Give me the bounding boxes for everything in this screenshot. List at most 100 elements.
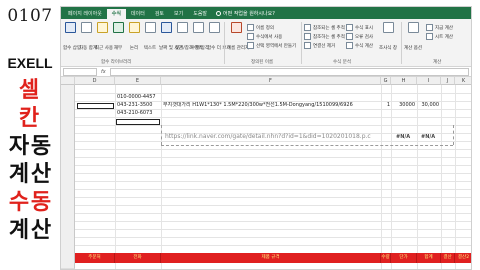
- trace-dependents-button[interactable]: 참조하는 셀 추적: [304, 33, 345, 40]
- tab-formulas[interactable]: 수식: [106, 9, 126, 19]
- fx-icon[interactable]: fx: [101, 69, 106, 75]
- function-insert-icon: [64, 22, 76, 33]
- row-header-column[interactable]: [61, 85, 75, 269]
- tell-me-search[interactable]: 어떤 작업을 원하시나요?: [216, 9, 275, 19]
- column-header-e[interactable]: E: [115, 77, 161, 85]
- product-link-cell[interactable]: https://link.naver.com/gate/detail.nhn?d…: [165, 133, 371, 141]
- header-cell-spec[interactable]: 제품 규격: [161, 253, 381, 263]
- dashed-border: [161, 145, 453, 146]
- name-manager-button[interactable]: 이름 관리자: [227, 22, 249, 53]
- column-header-h[interactable]: H: [391, 77, 417, 85]
- lesson-char-1: 셀: [18, 78, 40, 103]
- recent-button[interactable]: 최근 사용: [95, 22, 113, 53]
- dashed-border: [453, 125, 454, 145]
- insert-function-button[interactable]: 함수 삽입: [63, 22, 81, 53]
- column-header-g[interactable]: G: [381, 77, 391, 85]
- lookup-icon: [176, 22, 188, 33]
- cell-e1[interactable]: 010-0000-4457: [117, 94, 161, 101]
- cell-f2[interactable]: 무지갯대가리 H1W1*130* 1.5M*220/300w*전선1.5M-Do…: [163, 102, 379, 109]
- cell-e3[interactable]: 043-210-6073: [117, 110, 161, 117]
- select-all-corner[interactable]: [61, 77, 75, 85]
- lesson-title-panel: 0107 EXELL 셀 칸 자 동 계 산 수 동 계 산: [0, 0, 58, 270]
- group-label-function-library: 함수 라이브러리: [101, 60, 132, 65]
- cell-error-i[interactable]: #N/A: [421, 133, 435, 141]
- gridline: [75, 197, 471, 198]
- show-formulas-button[interactable]: 수식 표시: [346, 24, 373, 31]
- column-header-f[interactable]: F: [161, 77, 381, 85]
- gridline: [75, 213, 471, 214]
- gridline: [75, 141, 471, 142]
- worksheet-grid: D E F G H I J K 010-0000-4457 043-231-35…: [61, 77, 471, 269]
- evaluate-formula-button[interactable]: 수식 계산: [346, 42, 373, 49]
- lightbulb-icon: [216, 11, 222, 16]
- header-cell-total[interactable]: 합계: [417, 253, 441, 263]
- tab-data[interactable]: 데이터: [126, 9, 150, 19]
- finance-button[interactable]: 재무: [111, 22, 125, 53]
- datetime-button[interactable]: 날짜 및 시간: [159, 22, 183, 53]
- group-label-defined-names: 정의된 이름: [251, 60, 274, 65]
- column-header-j[interactable]: J: [441, 77, 455, 85]
- error-checking-button[interactable]: 오류 검사: [346, 33, 373, 40]
- calendar-icon: [160, 22, 172, 33]
- cell-g2[interactable]: 1: [381, 102, 390, 109]
- lesson-app-name: EXELL: [7, 55, 53, 71]
- header-cell-qty[interactable]: 수량: [381, 253, 391, 263]
- more-functions-button[interactable]: 함수 더 보기: [207, 22, 231, 53]
- header-cell-settle2[interactable]: 결산2: [455, 253, 471, 263]
- remove-arrows-button[interactable]: 연결선 제거: [304, 42, 335, 49]
- use-in-formula-button[interactable]: 수식에서 사용: [247, 33, 282, 40]
- lesson-char-2: 칸: [18, 106, 40, 131]
- column-header-i[interactable]: I: [417, 77, 441, 85]
- cell-i2[interactable]: 30,000: [417, 102, 440, 109]
- ribbon-separator: [301, 22, 302, 64]
- tab-review[interactable]: 검토: [150, 9, 169, 19]
- calculate-sheet-button[interactable]: 시트 계산: [426, 33, 453, 40]
- tab-help[interactable]: 도움말: [188, 9, 212, 19]
- cell-error-h[interactable]: #N/A: [396, 133, 410, 141]
- calculate-now-button[interactable]: 지금 계산: [426, 24, 453, 31]
- lookup-button[interactable]: 찾기/참조 영역: [175, 22, 203, 53]
- watch-window-button[interactable]: 조사식 창: [379, 22, 397, 53]
- group-label-formula-auditing: 수식 분석: [333, 60, 351, 65]
- define-name-button[interactable]: 이름 정의: [247, 24, 274, 31]
- header-row: 주문처 전화 제품 규격 수량 단가 합계 결산 결산2: [75, 253, 471, 263]
- header-cell-settle[interactable]: 결산: [441, 253, 455, 263]
- column-header-d[interactable]: D: [75, 77, 115, 85]
- cell-h2[interactable]: 30000: [391, 102, 415, 109]
- cell-e4-box[interactable]: [116, 119, 160, 125]
- formula-input[interactable]: [109, 67, 469, 76]
- autosum-button[interactable]: 자동 합계: [79, 22, 97, 53]
- gridline: [115, 85, 116, 269]
- group-label-calculation: 계산: [433, 60, 442, 65]
- trace-precedents-button[interactable]: 참조되는 셀 추적: [304, 24, 345, 31]
- text-icon: [144, 22, 156, 33]
- header-cell-price[interactable]: 단가: [391, 253, 417, 263]
- gridline: [75, 189, 471, 190]
- gridline: [161, 85, 162, 269]
- name-box[interactable]: [63, 67, 97, 76]
- more-functions-icon: [208, 22, 220, 33]
- excel-window: 페이지 레이아웃 수식 데이터 검토 보기 도움말 어떤 작업을 원하시나요? …: [60, 6, 472, 270]
- logic-button[interactable]: 논리: [127, 22, 141, 53]
- create-from-selection-button[interactable]: 선택 영역에서 만들기: [247, 42, 296, 49]
- gridline: [75, 125, 471, 126]
- gridline: [455, 85, 456, 269]
- column-header-k[interactable]: K: [455, 77, 471, 85]
- math-button[interactable]: 수학/삼각: [191, 22, 209, 53]
- gridline: [75, 117, 471, 118]
- gridline: [75, 245, 471, 246]
- text-button[interactable]: 텍스트: [143, 22, 157, 53]
- tab-page-layout[interactable]: 페이지 레이아웃: [63, 9, 107, 19]
- header-cell-phone[interactable]: 전화: [115, 253, 161, 263]
- gridline: [75, 165, 471, 166]
- cell-d2-box[interactable]: [77, 103, 114, 109]
- gridline: [75, 205, 471, 206]
- gridline: [75, 181, 471, 182]
- tab-view[interactable]: 보기: [169, 9, 188, 19]
- gridline: [75, 149, 471, 150]
- cell-e2[interactable]: 043-231-3500: [117, 102, 161, 109]
- math-icon: [192, 22, 204, 33]
- calc-options-button[interactable]: 계산 옵션: [404, 22, 422, 53]
- header-cell-orderer[interactable]: 주문처: [75, 253, 115, 263]
- name-manager-icon: [230, 22, 242, 33]
